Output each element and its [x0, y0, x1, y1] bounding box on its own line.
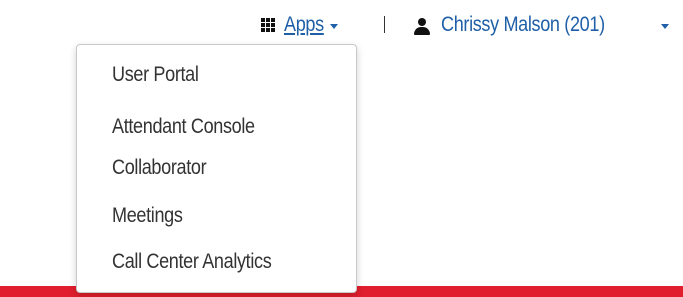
caret-down-icon — [661, 24, 669, 29]
apps-menu-toggle[interactable]: Apps — [261, 11, 338, 39]
menu-item-call-center-analytics[interactable]: Call Center Analytics — [112, 248, 272, 276]
user-name[interactable]: Chrissy Malson (201) — [441, 13, 622, 37]
page: Apps Chrissy Malson (201) User Portal At… — [0, 0, 683, 297]
user-icon — [413, 18, 431, 36]
user-menu-toggle[interactable]: Chrissy Malson (201) — [413, 11, 669, 39]
apps-dropdown-menu: User Portal Attendant Console Collaborat… — [76, 44, 357, 293]
menu-item-collaborator[interactable]: Collaborator — [112, 154, 207, 182]
top-navigation: Apps Chrissy Malson (201) — [0, 0, 683, 48]
menu-item-attendant-console[interactable]: Attendant Console — [112, 113, 255, 141]
caret-down-icon — [330, 23, 338, 29]
menu-item-user-portal[interactable]: User Portal — [112, 61, 199, 89]
nav-divider — [384, 16, 385, 33]
menu-item-meetings[interactable]: Meetings — [112, 202, 183, 230]
apps-label[interactable]: Apps — [284, 13, 324, 37]
grid-icon — [261, 18, 275, 32]
